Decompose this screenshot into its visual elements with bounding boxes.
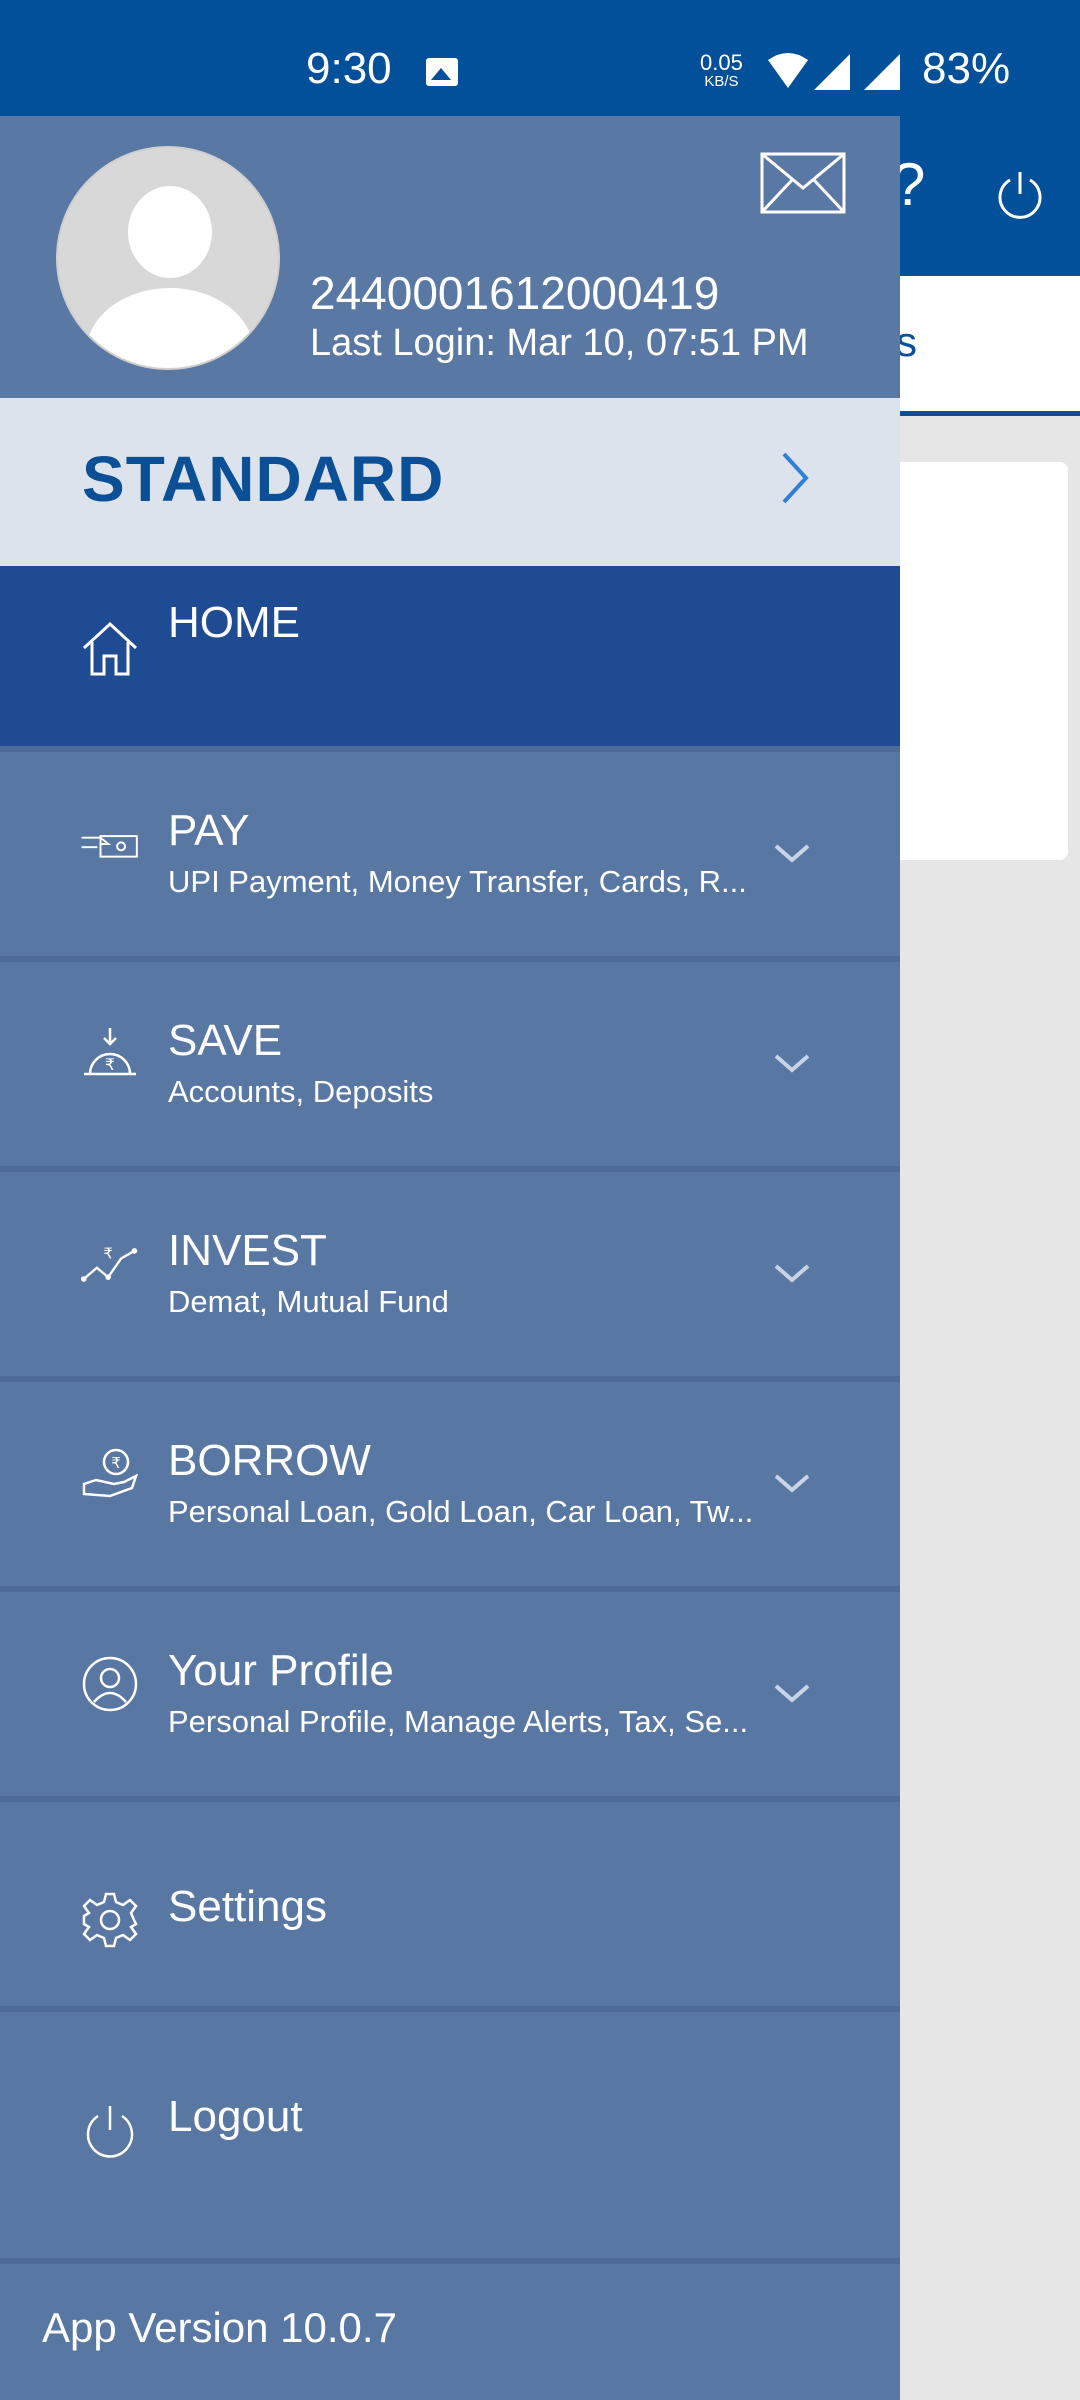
signal-icon bbox=[864, 54, 900, 90]
avatar-body-shape bbox=[86, 288, 254, 368]
content-card bbox=[880, 462, 1068, 860]
menu-item-title: SAVE bbox=[168, 1016, 283, 1065]
menu-item-pay[interactable]: PAY UPI Payment, Money Transfer, Cards, … bbox=[0, 746, 900, 956]
menu-item-subtitle: Personal Loan, Gold Loan, Car Loan, Tw..… bbox=[168, 1494, 754, 1529]
invest-icon: ₹ bbox=[80, 1244, 138, 1282]
app-version: App Version 10.0.7 bbox=[42, 2304, 397, 2351]
profile-icon bbox=[82, 1656, 138, 1712]
chevron-down-icon[interactable] bbox=[772, 842, 812, 866]
svg-text:₹: ₹ bbox=[111, 1454, 121, 1472]
avatar-head-shape bbox=[128, 186, 212, 278]
power-icon bbox=[86, 2106, 134, 2158]
wifi-icon bbox=[768, 53, 808, 88]
profile-header: 2440001612000419 Last Login: Mar 10, 07:… bbox=[0, 116, 900, 398]
menu-item-title: HOME bbox=[168, 598, 300, 647]
menu-item-title: Your Profile bbox=[168, 1646, 394, 1695]
menu-item-subtitle: Personal Profile, Manage Alerts, Tax, Se… bbox=[168, 1704, 749, 1739]
chevron-down-icon[interactable] bbox=[772, 1052, 812, 1076]
last-login: Last Login: Mar 10, 07:51 PM bbox=[310, 322, 809, 364]
chevron-down-icon[interactable] bbox=[772, 1472, 812, 1496]
gear-icon bbox=[82, 1892, 138, 1948]
status-time: 9:30 bbox=[306, 44, 392, 93]
save-icon: ₹ bbox=[84, 1028, 136, 1076]
home-icon bbox=[82, 621, 138, 676]
account-number: 2440001612000419 bbox=[310, 267, 720, 319]
menu-item-subtitle: Accounts, Deposits bbox=[168, 1074, 434, 1109]
menu-item-home[interactable]: HOME bbox=[0, 566, 900, 746]
svg-text:₹: ₹ bbox=[103, 1244, 113, 1262]
mail-icon[interactable] bbox=[760, 152, 846, 214]
menu-item-subtitle: Demat, Mutual Fund bbox=[168, 1284, 449, 1319]
borrow-icon: ₹ bbox=[82, 1448, 139, 1498]
menu-item-title: BORROW bbox=[168, 1436, 371, 1485]
chevron-right-icon bbox=[782, 452, 809, 504]
signal-icon bbox=[814, 54, 850, 90]
menu-item-settings[interactable]: Settings bbox=[0, 1796, 900, 2006]
menu-item-title: Settings bbox=[168, 1882, 327, 1931]
app-version-footer: App Version 10.0.7 bbox=[0, 2258, 900, 2400]
navigation-drawer: 2440001612000419 Last Login: Mar 10, 07:… bbox=[0, 116, 900, 2400]
svg-text:₹: ₹ bbox=[105, 1055, 115, 1074]
menu-item-subtitle: UPI Payment, Money Transfer, Cards, R... bbox=[168, 864, 747, 899]
menu-item-borrow[interactable]: ₹ BORROW Personal Loan, Gold Loan, Car L… bbox=[0, 1376, 900, 1586]
menu-item-logout[interactable]: Logout bbox=[0, 2006, 900, 2216]
tier-label: STANDARD bbox=[82, 443, 445, 515]
network-speed: 0.05 KB/S bbox=[700, 50, 743, 90]
network-speed-value: 0.05 bbox=[700, 50, 743, 75]
chevron-down-icon[interactable] bbox=[772, 1262, 812, 1286]
menu-item-title: PAY bbox=[168, 806, 250, 855]
pay-icon bbox=[81, 835, 138, 858]
menu-item-save[interactable]: ₹ SAVE Accounts, Deposits bbox=[0, 956, 900, 1166]
status-bar: 9:30 0.05 KB/S 83% bbox=[0, 0, 1080, 116]
network-speed-unit: KB/S bbox=[704, 73, 739, 90]
menu-item-invest[interactable]: ₹ INVEST Demat, Mutual Fund bbox=[0, 1166, 900, 1376]
battery-level: 83% bbox=[922, 44, 1011, 93]
image-icon bbox=[426, 58, 458, 86]
chevron-down-icon[interactable] bbox=[772, 1682, 812, 1706]
menu-item-title: INVEST bbox=[168, 1226, 327, 1275]
menu-item-title: Logout bbox=[168, 2092, 303, 2141]
tier-banner[interactable]: STANDARD bbox=[0, 398, 900, 566]
avatar[interactable] bbox=[56, 146, 280, 370]
menu-item-your-profile[interactable]: Your Profile Personal Profile, Manage Al… bbox=[0, 1586, 900, 1796]
power-icon[interactable] bbox=[996, 168, 1044, 220]
